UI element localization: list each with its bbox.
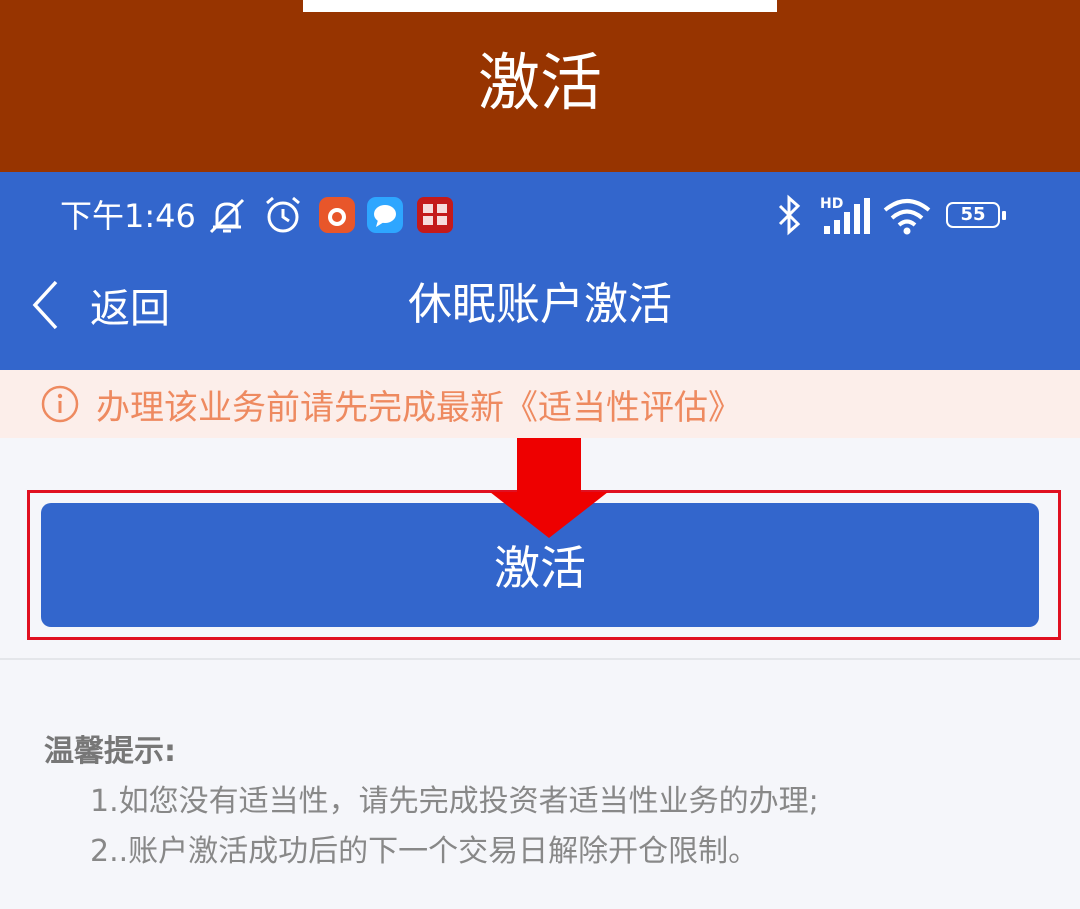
top-banner: 激活 [0, 0, 1080, 172]
battery-icon: 55 [946, 202, 1006, 230]
battery-level: 55 [960, 204, 986, 225]
back-button[interactable]: 返回 [30, 272, 210, 338]
assessment-notice[interactable]: 办理该业务前请先完成最新《适当性评估》 [0, 370, 1080, 438]
activate-label: 激活 [494, 541, 586, 595]
chat-app-icon [367, 197, 403, 233]
divider [0, 658, 1080, 660]
tip-item: 2..账户激活成功后的下一个交易日解除开仓限制。 [90, 834, 759, 869]
wifi-icon [883, 199, 931, 235]
app-icon [319, 197, 355, 233]
banner-title: 激活 [477, 46, 602, 119]
tip-item: 1.如您没有适当性，请先完成投资者适当性业务的办理; [90, 784, 819, 819]
app-header: 下午1:46 HD 55 返回 休眠账户激活 [0, 172, 1080, 370]
chevron-left-icon [32, 280, 58, 330]
status-time: 下午1:46 [60, 197, 196, 235]
arrow-down-icon [490, 438, 608, 538]
tips-title: 温馨提示: [44, 734, 176, 769]
alarm-icon [266, 196, 300, 233]
banner-notch [303, 0, 777, 12]
securities-app-icon [417, 197, 453, 233]
back-label: 返回 [90, 286, 170, 332]
signal-icon [824, 198, 870, 234]
bluetooth-icon [778, 194, 801, 236]
notice-text: 办理该业务前请先完成最新《适当性评估》 [96, 387, 742, 428]
mute-icon [209, 198, 245, 234]
info-icon [41, 385, 79, 423]
